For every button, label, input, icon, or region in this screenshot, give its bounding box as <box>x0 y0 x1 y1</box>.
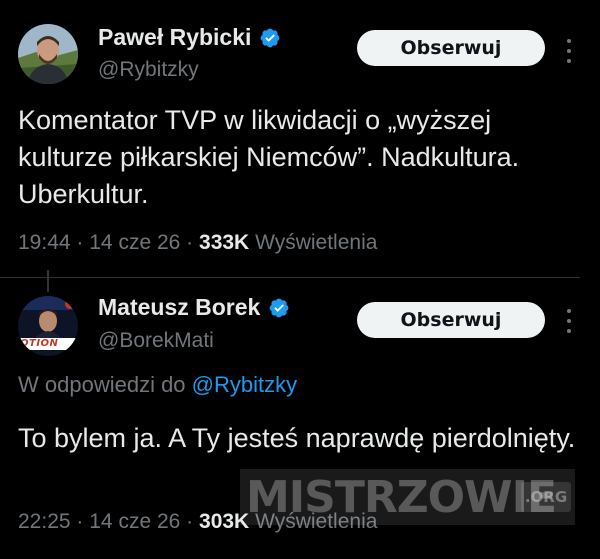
author-name[interactable]: Paweł Rybicki <box>98 24 251 51</box>
reply-prefix: W odpowiedzi do <box>18 372 186 397</box>
more-dots-icon[interactable] <box>562 309 576 333</box>
meta-separator: · <box>186 231 194 254</box>
tweet-date[interactable]: 14 cze 26 <box>89 231 180 254</box>
avatar-mateusz-borek[interactable]: OTION <box>18 296 78 356</box>
tweet-text: Komentator TVP w likwidacji o „wyższej k… <box>18 105 520 209</box>
author-row: Paweł Rybicki <box>98 24 281 51</box>
views-count: 333K <box>199 231 250 254</box>
watermark-tld: .ORG <box>521 482 571 512</box>
verified-badge-icon <box>268 297 290 319</box>
tweet-meta: 19:44 · 14 cze 26 · 333K Wyświetlenia <box>18 231 377 255</box>
author-row: Mateusz Borek <box>98 294 290 321</box>
tweet-1[interactable]: Paweł Rybicki @Rybitzky Obserwuj Komenta… <box>0 0 600 278</box>
follow-button[interactable]: Obserwuj <box>357 30 545 66</box>
more-dots-icon[interactable] <box>562 39 576 63</box>
reply-context: W odpowiedzi do @Rybitzky <box>18 372 297 398</box>
avatar-caption: OTION <box>20 338 59 349</box>
author-handle[interactable]: @Rybitzky <box>98 58 199 82</box>
tweet-time[interactable]: 22:25 <box>18 510 71 533</box>
tweet-time[interactable]: 19:44 <box>18 231 71 254</box>
tweet-text: To bylem ja. A Ty jesteś naprawdę pierdo… <box>18 423 576 453</box>
avatar-pawel-rybicki[interactable] <box>18 24 78 84</box>
reply-mention-link[interactable]: @Rybitzky <box>192 372 297 397</box>
author-handle[interactable]: @BorekMati <box>98 329 214 353</box>
verified-badge-icon <box>259 27 281 49</box>
author-name[interactable]: Mateusz Borek <box>98 294 260 321</box>
follow-button[interactable]: Obserwuj <box>357 302 545 338</box>
meta-separator: · <box>186 510 194 533</box>
watermark-logo: MISTRZOWIE <box>246 472 557 523</box>
views-label: Wyświetlenia <box>255 231 378 254</box>
meta-separator: · <box>76 510 84 533</box>
meta-separator: · <box>76 231 84 254</box>
tweet-date[interactable]: 14 cze 26 <box>89 510 180 533</box>
